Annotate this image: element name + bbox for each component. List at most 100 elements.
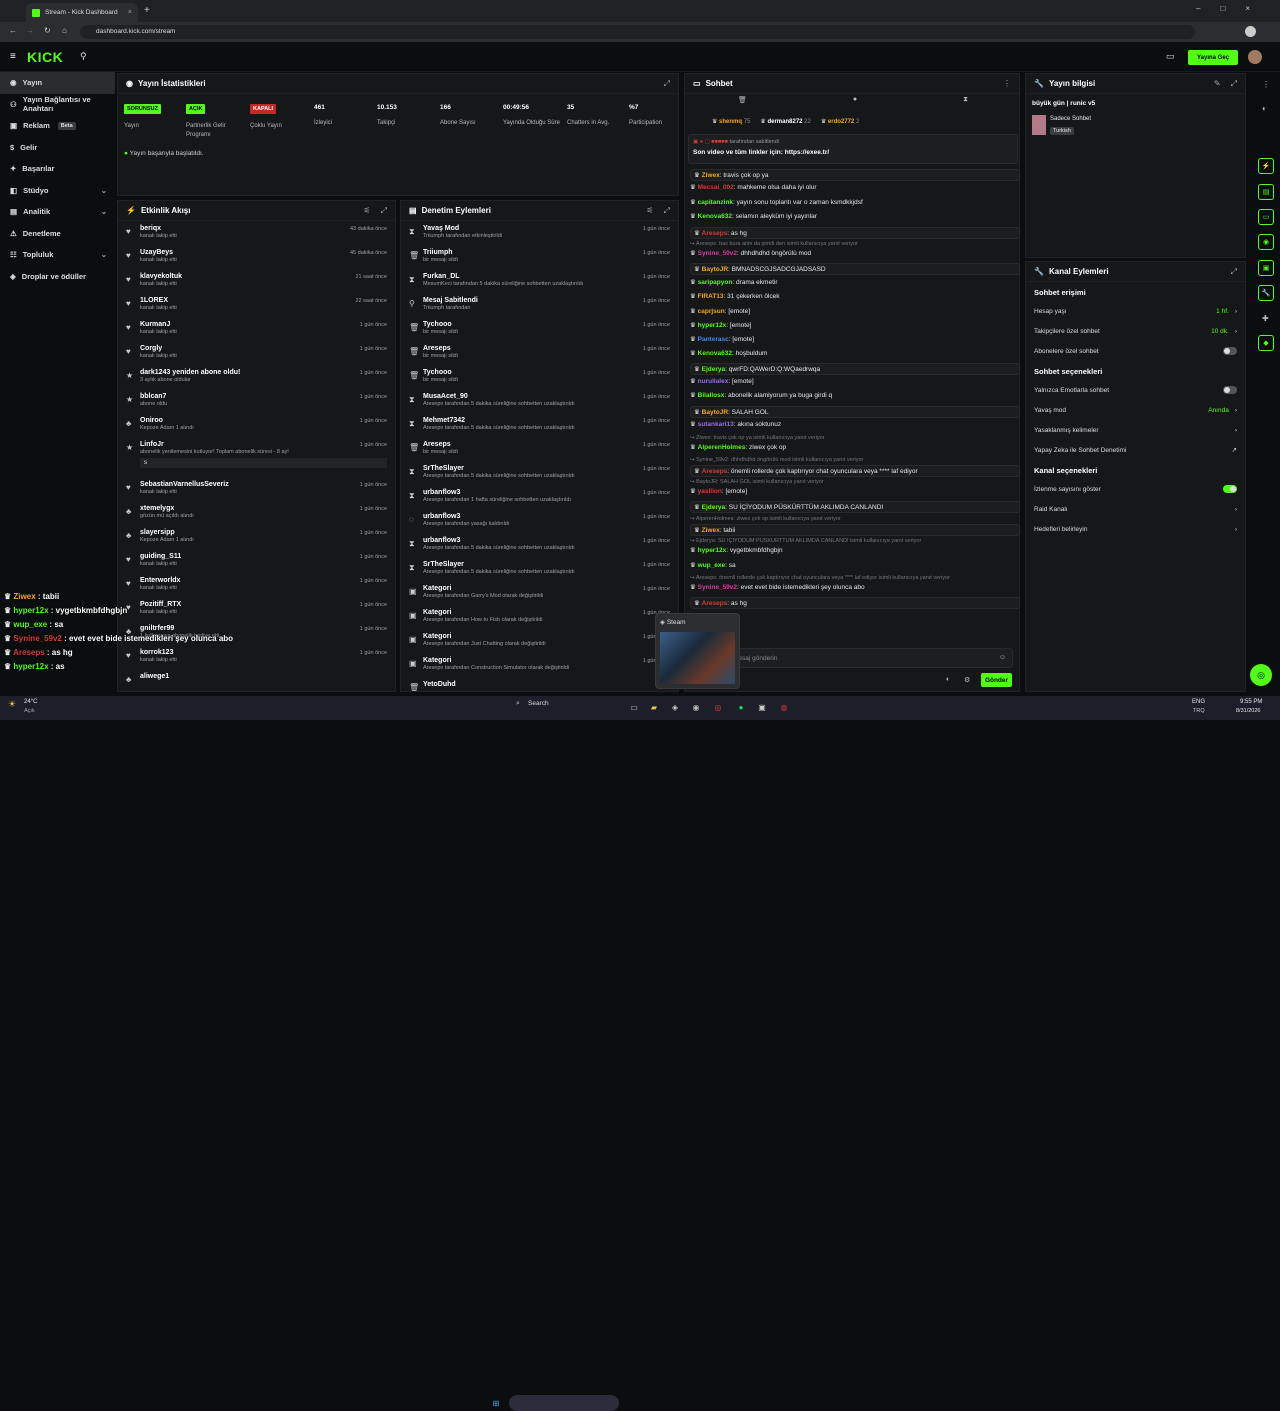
chevron-right-icon[interactable]: › — [1235, 328, 1237, 335]
toggle-switch[interactable] — [1223, 347, 1237, 355]
chevron-right-icon[interactable]: › — [1235, 407, 1237, 414]
terminal-icon[interactable]: ▣ — [755, 700, 769, 714]
steam-taskbar-icon[interactable]: ◉ — [689, 700, 703, 714]
chat-username[interactable]: Areseps — [702, 230, 728, 237]
new-tab-button[interactable]: + — [144, 5, 150, 16]
chevron-right-icon[interactable]: › — [1235, 308, 1237, 315]
chevron-right-icon[interactable]: › — [1235, 506, 1237, 513]
setting-row[interactable]: Yasaklanmış kelimeler › — [1026, 420, 1245, 440]
back-icon[interactable]: ← — [9, 26, 17, 35]
setting-row[interactable]: Hedefleri belirleyin › — [1026, 519, 1245, 539]
chat-username[interactable]: Synine_59v2 — [698, 584, 737, 591]
theme-icon[interactable]: ◐ — [1262, 104, 1267, 113]
chat-username[interactable]: Synine_59v2 — [698, 250, 737, 257]
chevron-right-icon[interactable]: › — [1235, 427, 1237, 434]
send-button[interactable]: Gönder — [981, 673, 1012, 687]
go-live-button[interactable]: Yayına Geç — [1188, 50, 1238, 65]
chevron-down-icon[interactable]: ⌄ — [101, 207, 107, 216]
chat-username[interactable]: hyper12x — [698, 322, 727, 329]
hourglass-icon[interactable]: ⧗ — [963, 96, 968, 108]
layout-icon[interactable]: ▭ — [1166, 51, 1175, 62]
app-icon[interactable]: ◈ — [668, 700, 682, 714]
chat-username[interactable]: Ejderya — [702, 366, 726, 373]
window-controls[interactable]: –□× — [1196, 4, 1270, 13]
help-button[interactable]: ◎ — [1250, 664, 1272, 686]
emoji-icon[interactable]: ☺ — [999, 654, 1006, 661]
expand-icon[interactable]: ⤢ — [664, 79, 670, 89]
rail-chat-button[interactable]: ▭ — [1258, 209, 1274, 225]
chat-username[interactable]: Areseps — [702, 600, 728, 607]
chat-username[interactable]: Ejderya — [702, 504, 726, 511]
chat-username[interactable]: saripapyon — [698, 279, 733, 286]
chevron-down-icon[interactable]: ⌄ — [101, 250, 107, 259]
chat-username[interactable]: capitanzink — [698, 199, 733, 206]
kick-logo[interactable]: KICK — [27, 49, 63, 65]
sidebar-item[interactable]: ◈ Droplar ve ödüller — [0, 266, 115, 288]
sidebar-item[interactable]: ◧ Stüdyo ⌄ — [0, 180, 115, 202]
chat-username[interactable]: AlperenHolmes — [698, 444, 746, 451]
toggle-switch[interactable] — [1223, 485, 1237, 493]
setting-row[interactable]: Takipçilere özel sohbet 10 dk. › — [1026, 321, 1245, 341]
close-tab-icon[interactable]: × — [128, 9, 132, 16]
chat-bubble-icon[interactable]: ◐ — [946, 676, 950, 683]
expand-icon[interactable]: ⤢ — [1231, 267, 1237, 277]
rail-puzzle-icon[interactable]: ✚ — [1262, 314, 1269, 323]
chat-username[interactable]: Bilallosx — [698, 392, 725, 399]
windows-start-icon[interactable]: ⊞ — [489, 1396, 503, 1410]
clock-time[interactable]: 9:55 PM — [1240, 699, 1262, 705]
rail-video-button[interactable]: ▣ — [1258, 260, 1274, 276]
chat-username[interactable]: hyper12x — [698, 547, 727, 554]
chat-username[interactable]: sutankari13 — [698, 421, 734, 428]
profile-avatar[interactable] — [1245, 26, 1256, 37]
spotify-icon[interactable]: ● — [734, 700, 748, 714]
setting-row[interactable]: Yalnızca Emotlarla sohbet — [1026, 380, 1245, 400]
setting-row[interactable]: Raid Kanalı › — [1026, 499, 1245, 519]
home-icon[interactable]: ⌂ — [62, 26, 67, 35]
forward-icon[interactable]: → — [26, 26, 34, 35]
sidebar-item[interactable]: $ Gelir — [0, 137, 115, 159]
rail-list-button[interactable]: ▤ — [1258, 184, 1274, 200]
sidebar-item[interactable]: ◉ Yayın — [0, 72, 115, 94]
sidebar-item[interactable]: ⚇ Yayın Bağlantısı ve Anahtarı — [0, 94, 115, 116]
chat-username[interactable]: FIRAT13 — [698, 293, 724, 300]
chat-username[interactable]: Ziwex — [702, 527, 720, 534]
chat-username[interactable]: Kenova632 — [698, 350, 732, 357]
steam-thumbnail-popup[interactable]: ◈ Steam — [655, 613, 740, 689]
lang-code[interactable]: ENG — [1192, 699, 1205, 705]
sidebar-item[interactable]: ☷ Topluluk ⌄ — [0, 244, 115, 266]
setting-row[interactable]: Yavaş mod Anında › — [1026, 400, 1245, 420]
filter-icon[interactable]: ⚟ — [646, 206, 653, 216]
chat-username[interactable]: caprjsun — [698, 308, 725, 315]
chat-username[interactable]: wup_exe — [698, 562, 725, 569]
task-view-icon[interactable]: ▭ — [627, 700, 641, 714]
chevron-down-icon[interactable]: ⌄ — [101, 186, 107, 195]
chat-username[interactable]: Ziwex — [702, 172, 720, 179]
setting-row[interactable]: Hesap yaşı 1 hf. › — [1026, 301, 1245, 321]
rail-bolt-button[interactable]: ⚡ — [1258, 158, 1274, 174]
chat-username[interactable]: Areseps — [702, 468, 728, 475]
chat-username[interactable]: nurullalex — [698, 378, 729, 385]
setting-row[interactable]: Yapay Zeka ile Sohbet Denetimi ↗ — [1026, 440, 1245, 460]
sidebar-item[interactable]: ▤ Analitik ⌄ — [0, 201, 115, 223]
sidebar-item[interactable]: ▣ Reklam Beta — [0, 115, 115, 137]
sidebar-item[interactable]: ✦ Başarılar — [0, 158, 115, 180]
file-explorer-icon[interactable]: ▰ — [647, 700, 661, 714]
reload-icon[interactable]: ↻ — [44, 26, 51, 35]
url-field[interactable]: dashboard.kick.com/stream — [80, 25, 1195, 39]
toggle-switch[interactable] — [1223, 386, 1237, 394]
chrome-icon[interactable]: ◎ — [711, 700, 725, 714]
expand-icon[interactable]: ⤢ — [664, 206, 670, 216]
edit-icon[interactable]: ✎ — [1214, 79, 1221, 89]
more-icon[interactable]: ⋮ — [1003, 79, 1011, 88]
chat-username[interactable]: yasllion — [698, 488, 722, 495]
setting-row[interactable]: İzlenme sayısını göster — [1026, 479, 1245, 499]
bubble-icon[interactable]: ● — [853, 96, 857, 108]
rail-diamond-button[interactable]: ◆ — [1258, 335, 1274, 351]
obs-icon[interactable]: ◍ — [777, 700, 791, 714]
menu-icon[interactable]: ≡ — [10, 51, 16, 62]
chat-username[interactable]: BaytoJR — [702, 409, 728, 416]
chevron-right-icon[interactable]: › — [1235, 526, 1237, 533]
rail-wrench-button[interactable]: 🔧 — [1258, 285, 1274, 301]
trash-icon[interactable]: 🗑 — [738, 96, 747, 108]
rail-stats-button[interactable]: ◉ — [1258, 234, 1274, 250]
